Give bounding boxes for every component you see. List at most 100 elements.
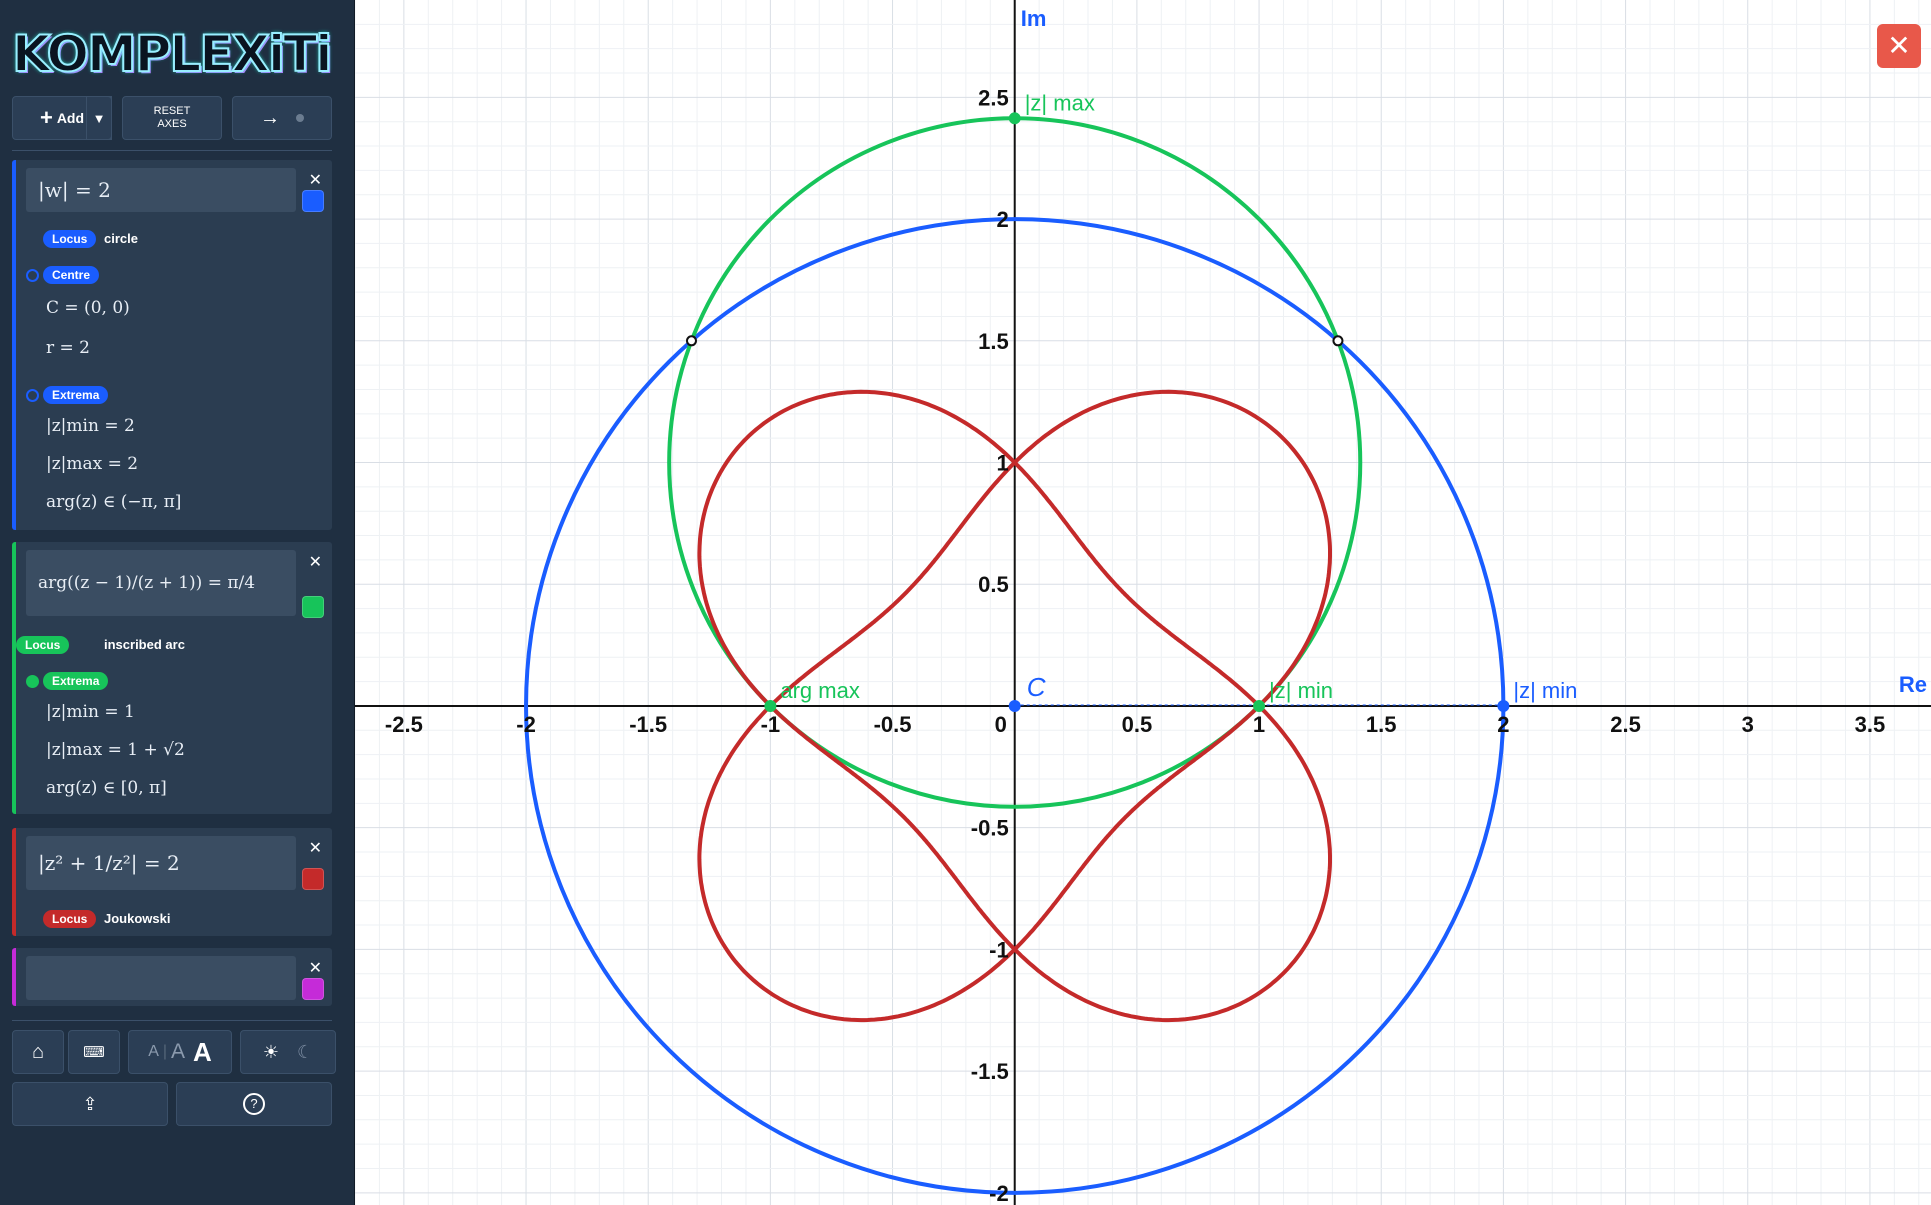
arg-max-point [764,699,777,712]
intersection-point [685,335,697,347]
x-tick-label: 3.5 [1855,712,1886,737]
y-tick-label: -0.5 [971,816,1009,841]
expression-panel-1[interactable]: |w| = 2 ✕ Locus circle Centre C = (0, 0)… [12,160,332,530]
intersection-point [1332,335,1344,347]
divider: | [162,1043,168,1060]
x-tick-label: -2 [516,712,536,737]
extrema-min: |z|min = 2 [46,416,135,436]
close-button[interactable]: ✕ [1877,24,1921,68]
close-icon: ✕ [1887,29,1911,62]
font-medium-icon[interactable]: A [171,1040,185,1064]
toggle-button[interactable]: → [232,96,332,140]
x-tick-label: 2 [1497,712,1509,737]
share-icon: ⇪ [82,1093,98,1114]
locus-badge: Locus [43,230,97,248]
locus-type: Joukowski [104,911,171,926]
color-swatch[interactable] [302,190,324,212]
sun-icon[interactable]: ☀ [263,1042,279,1063]
reset-axes-button[interactable]: RESET AXES [122,96,222,140]
close-icon[interactable]: ✕ [309,552,322,571]
y-axis-label: Im [1021,6,1047,31]
y-tick-label: 0.5 [978,572,1009,597]
expression-input[interactable] [26,956,296,1000]
complex-plane-plot[interactable]: Re Im -2.5 -2 -1.5 -1 -0.5 0 0.5 1 1.5 2 2.5 3 3.5 2.5… [355,0,1931,1205]
expression-panel-3[interactable]: |z² + 1/z²| = 2 ✕ Locus Joukowski [12,828,332,936]
app-logo: KOMPLEXiTi [11,24,333,84]
expression-input[interactable]: |w| = 2 [26,168,296,212]
chevron-down-icon: ▼ [92,110,106,126]
color-swatch[interactable] [302,978,324,1000]
x-tick-label: 3 [1742,712,1754,737]
grid [355,0,1931,1205]
x-tick-label: 0 [995,712,1007,737]
y-tick-label: -1.5 [971,1059,1009,1084]
expression-input[interactable]: arg((z − 1)/(z + 1)) = π/4 [26,550,296,616]
font-large-icon[interactable]: A [193,1037,212,1068]
radius-value: r = 2 [46,338,90,358]
x-tick-label: 1.5 [1366,712,1397,737]
axes: Re Im [355,0,1931,1205]
extrema-badge: Extrema [43,386,109,404]
annotations: |z| max |z| min arg max |z| min C [764,90,1577,712]
x-tick-label: 1 [1253,712,1265,737]
y-tick-label: 2.5 [978,85,1009,110]
extrema-toggle[interactable] [26,675,39,688]
locus-type: circle [104,231,138,246]
font-small-icon[interactable]: A [148,1043,159,1061]
home-icon: ⌂ [31,1040,45,1063]
centre-value: C = (0, 0) [46,298,130,318]
y-tick-label: -1 [989,937,1009,962]
help-button[interactable]: ? [176,1082,332,1126]
x-axis-label: Re [1899,672,1927,697]
color-swatch[interactable] [302,868,324,890]
keyboard-button[interactable]: ⌨ [68,1030,120,1074]
moon-icon[interactable]: ☾ [297,1042,313,1063]
expression-input[interactable]: |z² + 1/z²| = 2 [26,836,296,890]
green-min-point [1253,699,1266,712]
blue-min-point [1497,699,1510,712]
y-tick-label: 1 [996,451,1008,476]
green-min-point-label: |z| min [1269,678,1333,703]
share-button[interactable]: ⇪ [12,1082,168,1126]
x-tick-label: -2.5 [385,712,423,737]
add-dropdown-button[interactable]: ▼ [86,96,112,140]
extrema-badge: Extrema [43,672,109,690]
home-button[interactable]: ⌂ [12,1030,64,1074]
x-tick-label: -0.5 [874,712,912,737]
extrema-toggle[interactable] [26,389,39,402]
close-icon[interactable]: ✕ [309,958,322,977]
centre-badge: Centre [43,266,100,284]
centre-toggle[interactable] [26,269,39,282]
extrema-max: |z|max = 1 + √2 [46,740,185,760]
keyboard-icon: ⌨ [83,1044,105,1061]
close-icon[interactable]: ✕ [309,838,322,857]
y-tick-label: -2 [989,1181,1009,1205]
x-tick-label: -1.5 [629,712,667,737]
help-icon: ? [243,1093,265,1115]
expression-panel-2[interactable]: arg((z − 1)/(z + 1)) = π/4 ✕ Locus inscr… [12,542,332,814]
y-tick-label: 1.5 [978,329,1009,354]
extrema-min: |z|min = 1 [46,702,135,722]
divider [12,1020,332,1021]
plus-icon: + [39,105,53,130]
locus-type: inscribed arc [104,637,185,652]
green-max-point [1008,112,1021,125]
extrema-arg: arg(z) ∈ [0, π] [46,778,167,798]
sidebar: KOMPLEXiTi + Add ▼ RESET AXES → |w| = 2 … [0,0,355,1205]
arg-max-point-label: arg max [780,678,859,703]
expression-panel-4[interactable]: ✕ [12,948,332,1006]
color-swatch[interactable] [302,596,324,618]
close-icon[interactable]: ✕ [309,170,322,189]
x-tick-label: -1 [761,712,781,737]
green-max-point-label: |z| max [1025,90,1095,115]
toggle-dot-icon [296,114,304,122]
x-tick-label: 0.5 [1122,712,1153,737]
centre-point [1008,699,1021,712]
tick-labels: -2.5 -2 -1.5 -1 -0.5 0 0.5 1 1.5 2 2.5 3 3.5 2.5 2 1.5 1… [385,85,1885,1205]
theme-toggle[interactable]: ☀ ☾ [240,1030,336,1074]
arrow-right-icon: → [260,106,280,129]
extrema-max: |z|max = 2 [46,454,139,474]
font-size-control[interactable]: A | A A [128,1030,232,1074]
locus-badge: Locus [43,910,97,928]
y-tick-label: 2 [996,207,1008,232]
